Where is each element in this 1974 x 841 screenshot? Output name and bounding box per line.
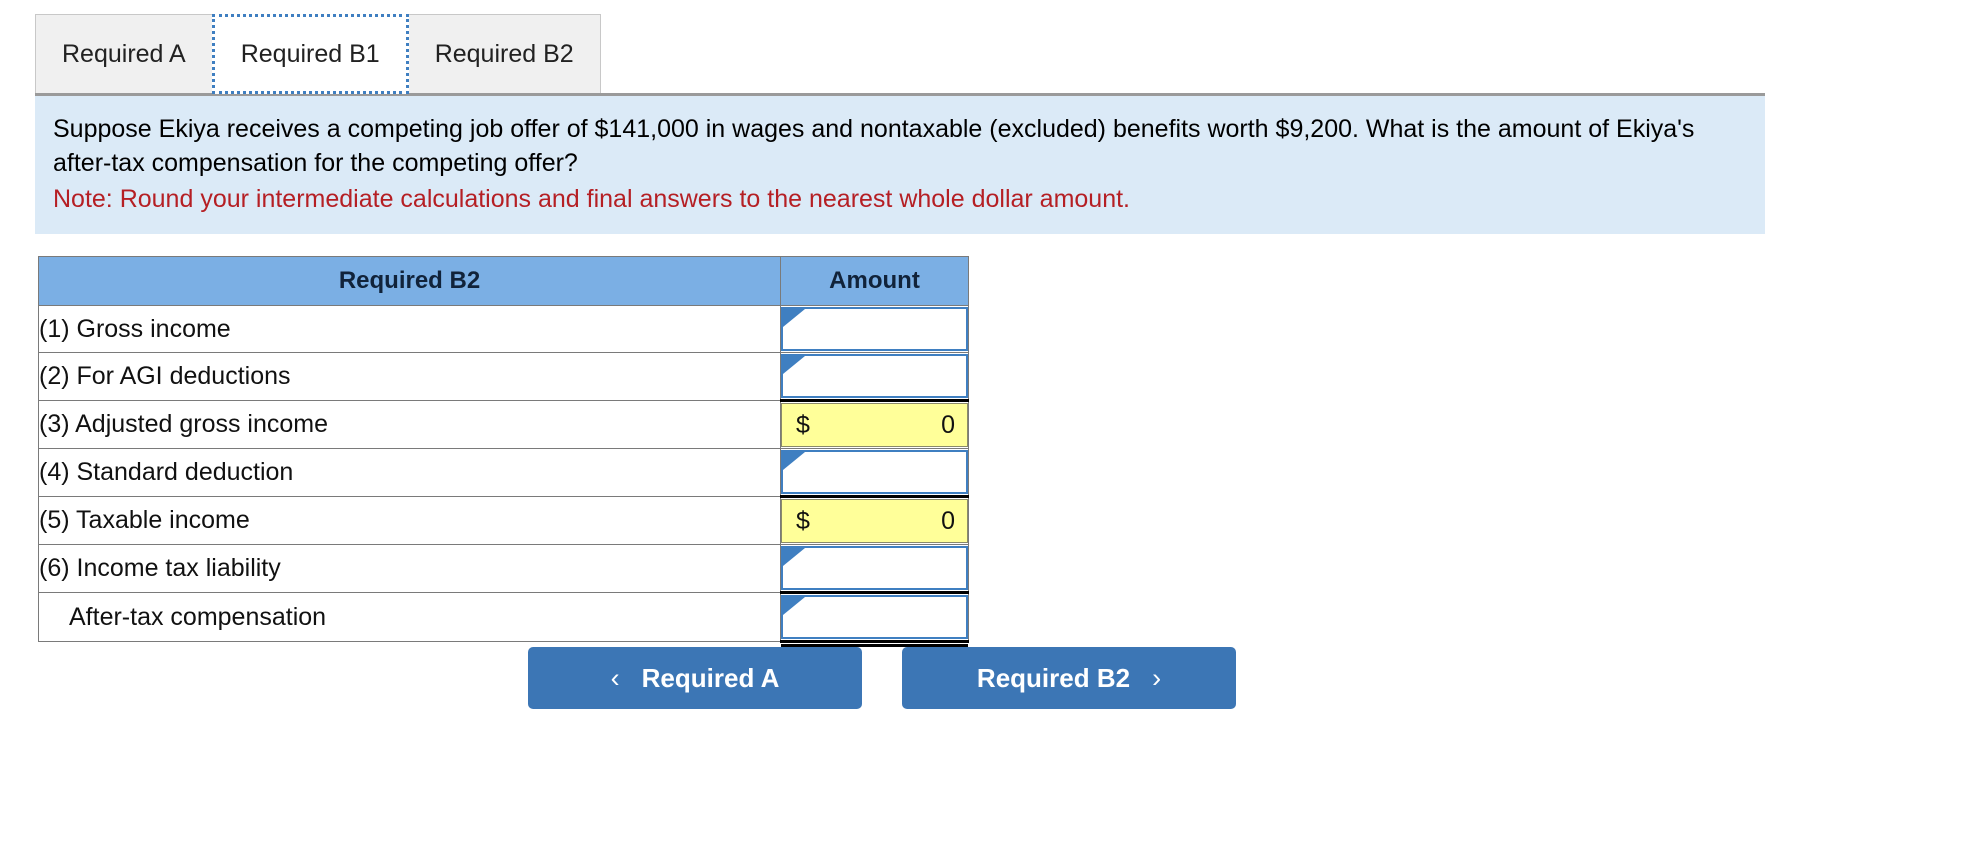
cell-marker-triangle-icon — [783, 597, 805, 615]
next-required-b2-button[interactable]: Required B2 › — [902, 647, 1236, 709]
input-for-agi-deductions[interactable] — [781, 354, 968, 398]
question-panel: Suppose Ekiya receives a competing job o… — [35, 93, 1765, 234]
row-label-standard-deduction: (4) Standard deduction — [38, 448, 781, 497]
input-income-tax-liability[interactable] — [781, 546, 968, 590]
table-header-row: Required B2 Amount — [38, 256, 969, 306]
tab-required-b2[interactable]: Required B2 — [407, 14, 601, 94]
row-label-after-tax-compensation: After-tax compensation — [38, 592, 781, 642]
amount-cell-standard-deduction — [780, 448, 969, 497]
column-header-amount: Amount — [780, 256, 969, 306]
question-text: Suppose Ekiya receives a competing job o… — [53, 115, 1695, 177]
column-header-label: Required B2 — [38, 256, 781, 306]
previous-required-a-button[interactable]: ‹ Required A — [528, 647, 862, 709]
question-note: Note: Round your intermediate calculatio… — [53, 185, 1131, 213]
amount-cell-after-tax-compensation — [780, 592, 969, 647]
calculated-value: 0 — [941, 506, 955, 535]
row-label-income-tax-liability: (6) Income tax liability — [38, 544, 781, 593]
amount-cell-taxable-income: $ 0 — [780, 495, 969, 545]
row-label-taxable-income: (5) Taxable income — [38, 496, 781, 545]
currency-symbol: $ — [796, 506, 810, 535]
table-row: (4) Standard deduction — [38, 448, 969, 497]
row-label-gross-income: (1) Gross income — [38, 305, 781, 353]
input-standard-deduction[interactable] — [781, 450, 968, 494]
table-row: (2) For AGI deductions — [38, 352, 969, 401]
tab-required-b1[interactable]: Required B1 — [211, 14, 409, 94]
row-label-for-agi-deductions: (2) For AGI deductions — [38, 352, 781, 401]
tab-label: Required A — [62, 40, 186, 68]
amount-cell-income-tax-liability — [780, 544, 969, 594]
cell-marker-triangle-icon — [783, 548, 805, 566]
cell-marker-triangle-icon — [783, 452, 805, 470]
table-row: (3) Adjusted gross income $ 0 — [38, 399, 969, 449]
table-row: (5) Taxable income $ 0 — [38, 495, 969, 545]
cell-marker-triangle-icon — [783, 309, 805, 327]
input-after-tax-compensation[interactable] — [781, 595, 968, 639]
calculated-taxable-income: $ 0 — [781, 499, 968, 543]
navigation-buttons: ‹ Required A Required B2 › — [528, 647, 1236, 709]
calculated-adjusted-gross-income: $ 0 — [781, 403, 968, 447]
input-gross-income[interactable] — [781, 307, 968, 351]
row-label-adjusted-gross-income: (3) Adjusted gross income — [38, 400, 781, 449]
chevron-right-icon: › — [1152, 662, 1162, 693]
tab-label: Required B1 — [240, 39, 380, 68]
currency-symbol: $ — [796, 410, 810, 439]
calculated-value: 0 — [941, 410, 955, 439]
button-label: Required A — [641, 662, 780, 693]
table-row: (6) Income tax liability — [38, 544, 969, 594]
tab-bar: Required A Required B1 Required B2 — [35, 12, 601, 94]
cell-marker-triangle-icon — [783, 356, 805, 374]
button-label: Required B2 — [976, 662, 1131, 693]
table-row: After-tax compensation — [38, 592, 969, 647]
amount-cell-for-agi-deductions — [780, 352, 969, 401]
answer-table: Required B2 Amount (1) Gross income (2) … — [38, 256, 969, 647]
tab-label: Required B2 — [434, 40, 574, 68]
amount-cell-adjusted-gross-income: $ 0 — [780, 399, 969, 449]
chevron-left-icon: ‹ — [610, 662, 620, 693]
tab-required-a[interactable]: Required A — [35, 14, 213, 94]
table-row: (1) Gross income — [38, 305, 969, 353]
amount-cell-gross-income — [780, 305, 969, 353]
